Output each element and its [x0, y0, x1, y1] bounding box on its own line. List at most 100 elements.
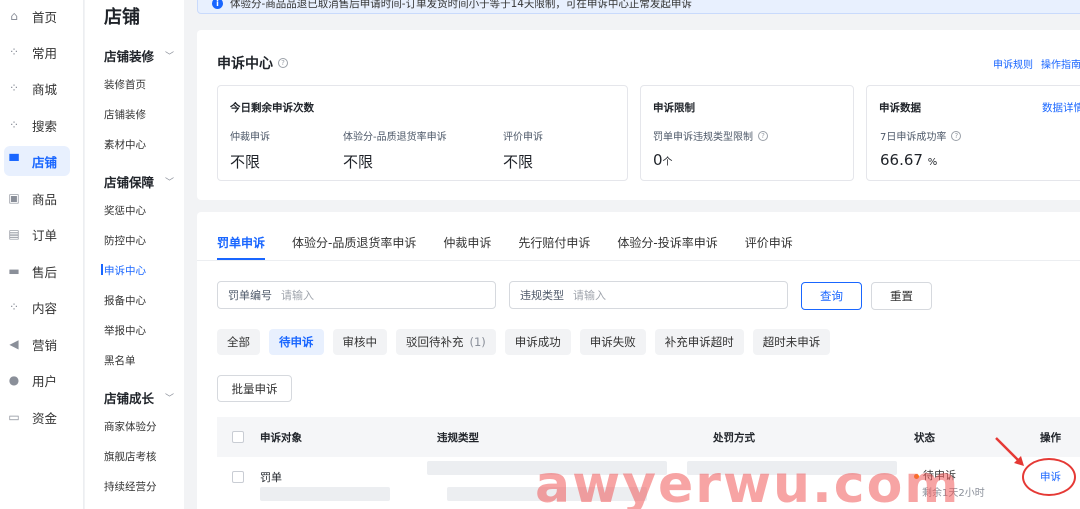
- store-icon: ▀: [9, 154, 19, 168]
- nav-item-operation-score[interactable]: 持续经营分: [104, 479, 157, 494]
- tab-quality-return-appeal[interactable]: 体验分-品质退货率申诉: [292, 234, 416, 260]
- chip-failed[interactable]: 申诉失败: [579, 329, 646, 355]
- status-filter-chips: 全部 待申诉 审核中 驳回待补充 (1) 申诉成功 申诉失败 补充申诉超时 超时未…: [217, 329, 839, 355]
- nav-item-4[interactable]: ▀ 店铺: [4, 146, 70, 176]
- col-action: 操作: [1040, 431, 1061, 444]
- appeal-rules-link[interactable]: 申诉规则: [993, 60, 1033, 71]
- metric-arbitration: 仲裁申诉 不限: [230, 132, 270, 171]
- tab-advance-payment-appeal[interactable]: 先行赔付申诉: [518, 234, 590, 260]
- chip-all[interactable]: 全部: [217, 329, 260, 355]
- megaphone-icon: ◀: [9, 337, 19, 351]
- nav-item-appeal-center[interactable]: 申诉中心: [101, 263, 146, 278]
- nav-group-growth[interactable]: 店铺成长 ﹀: [104, 388, 174, 407]
- nav-item-label: 用户: [32, 373, 58, 389]
- reset-button[interactable]: 重置: [871, 282, 932, 310]
- nav-group-protection[interactable]: 店铺保障 ﹀: [104, 172, 174, 191]
- secondary-nav: 店铺 店铺装修 ﹀ 装修首页 店铺装修 素材中心 店铺保障 ﹀ 奖惩中心 防控中心 …: [85, 0, 184, 509]
- nav-item-10[interactable]: ● 用户: [4, 365, 70, 395]
- appeal-data-panel: 申诉数据 数据详情 7日申诉成功率? 66.67 %: [866, 85, 1080, 181]
- overview-card: 申诉中心 ? 申诉规则 操作指南 今日剩余申诉次数 仲裁申诉 不限 体验分-品质退…: [197, 30, 1080, 200]
- nav-item-filing-center[interactable]: 报备中心: [104, 293, 146, 308]
- nav-item-11[interactable]: ▭ 资金: [4, 402, 70, 432]
- nav-item-report-center[interactable]: 举报中心: [104, 323, 146, 338]
- redacted-text: [260, 487, 390, 501]
- nav-item-5[interactable]: ▣ 商品: [4, 183, 70, 213]
- info-icon: i: [212, 0, 223, 9]
- nav-item-3[interactable]: ⁘ 搜索: [4, 110, 70, 140]
- nav-item-decoration-home[interactable]: 装修首页: [104, 77, 146, 92]
- data-detail-link[interactable]: 数据详情: [1042, 100, 1080, 115]
- violation-type-field[interactable]: 违规类型: [509, 281, 788, 309]
- chip-overdue[interactable]: 超时未申诉: [752, 329, 831, 355]
- nav-item-7[interactable]: ▬ 售后: [4, 256, 70, 286]
- order-icon: ▤: [8, 227, 20, 241]
- table-header: 申诉对象 违规类型 处罚方式 状态 操作: [217, 417, 1080, 457]
- chip-supplement-timeout[interactable]: 补充申诉超时: [654, 329, 744, 355]
- help-icon[interactable]: ?: [758, 130, 768, 141]
- nav-item-store-decoration[interactable]: 店铺装修: [104, 107, 146, 122]
- panel-title: 申诉限制: [653, 102, 695, 114]
- row-checkbox[interactable]: [232, 471, 244, 483]
- nav-item-label: 订单: [32, 227, 58, 243]
- content-icon: ⁘: [8, 300, 20, 314]
- nav-item-label: 商品: [32, 191, 58, 207]
- panel-title: 申诉数据: [879, 102, 921, 114]
- annotation-circle: [1022, 458, 1076, 496]
- tab-complaint-rate-appeal[interactable]: 体验分-投诉率申诉: [617, 234, 717, 260]
- aftersale-icon: ▬: [8, 264, 20, 278]
- metric-quality-return: 体验分-品质退货率申诉 不限: [343, 132, 447, 171]
- tab-arbitration-appeal[interactable]: 仲裁申诉: [443, 234, 491, 260]
- wallet-icon: ▭: [8, 410, 20, 424]
- apps-icon: ⁘: [8, 81, 20, 95]
- tab-review-appeal[interactable]: 评价申诉: [745, 234, 793, 260]
- chip-rejected[interactable]: 驳回待补充 (1): [396, 329, 496, 355]
- metric-success-rate: 7日申诉成功率? 66.67 %: [880, 128, 962, 169]
- tab-ticket-appeal[interactable]: 罚单申诉: [217, 234, 266, 260]
- chip-success[interactable]: 申诉成功: [504, 329, 571, 355]
- ticket-number-input[interactable]: [281, 288, 401, 302]
- nav-item-9[interactable]: ◀ 营销: [4, 329, 70, 359]
- nav-item-2[interactable]: ⁘ 商城: [4, 73, 70, 103]
- col-penalty: 处罚方式: [713, 431, 755, 444]
- batch-appeal-button[interactable]: 批量申诉: [217, 375, 292, 402]
- metric-review: 评价申诉 不限: [503, 132, 543, 171]
- row-target: 罚单: [260, 471, 282, 484]
- nav-item-label: 常用: [32, 45, 58, 61]
- nav-item-6[interactable]: ▤ 订单: [4, 219, 70, 249]
- chip-pending[interactable]: 待申诉: [269, 329, 324, 355]
- violation-type-input[interactable]: [573, 288, 693, 302]
- nav-item-material-center[interactable]: 素材中心: [104, 137, 146, 152]
- goods-icon: ▣: [8, 191, 20, 205]
- nav-item-reward-center[interactable]: 奖惩中心: [104, 203, 146, 218]
- help-icon[interactable]: ?: [278, 58, 288, 68]
- apps-icon: ⁘: [8, 118, 20, 132]
- watermark: awyerwu.com: [535, 455, 961, 509]
- nav-item-label: 资金: [32, 410, 58, 426]
- nav-item-flagship-review[interactable]: 旗舰店考核: [104, 449, 157, 464]
- nav-item-label: 内容: [32, 300, 58, 316]
- ticket-number-field[interactable]: 罚单编号: [217, 281, 496, 309]
- nav-item-risk-center[interactable]: 防控中心: [104, 233, 146, 248]
- main-content: i 体验分-商品品退已取消售后申请时间-订单发货时间小于等于14天限制，可在申诉…: [184, 0, 1080, 509]
- operation-guide-link[interactable]: 操作指南: [1041, 60, 1080, 71]
- query-button[interactable]: 查询: [801, 282, 862, 310]
- nav-item-label: 售后: [32, 264, 58, 280]
- section-title: 店铺: [104, 7, 140, 28]
- nav-item-experience-score[interactable]: 商家体验分: [104, 419, 157, 434]
- nav-item-1[interactable]: ⁘ 常用: [4, 37, 70, 67]
- help-icon[interactable]: ?: [951, 130, 962, 141]
- user-icon: ●: [8, 373, 20, 387]
- col-type: 违规类型: [437, 431, 479, 444]
- nav-item-label: 营销: [32, 337, 58, 353]
- nav-item-label: 商城: [32, 81, 58, 97]
- nav-item-label: 首页: [32, 9, 58, 25]
- nav-item-0[interactable]: ⌂ 首页: [4, 1, 70, 31]
- nav-item-8[interactable]: ⁘ 内容: [4, 292, 70, 322]
- nav-item-blacklist[interactable]: 黑名单: [104, 353, 136, 368]
- chip-reviewing[interactable]: 审核中: [332, 329, 387, 355]
- nav-item-label: 店铺: [32, 154, 58, 170]
- chevron-down-icon: ﹀: [164, 178, 174, 188]
- select-all-checkbox[interactable]: [232, 431, 244, 443]
- chevron-down-icon: ﹀: [164, 394, 174, 404]
- nav-group-decoration[interactable]: 店铺装修 ﹀: [104, 46, 174, 65]
